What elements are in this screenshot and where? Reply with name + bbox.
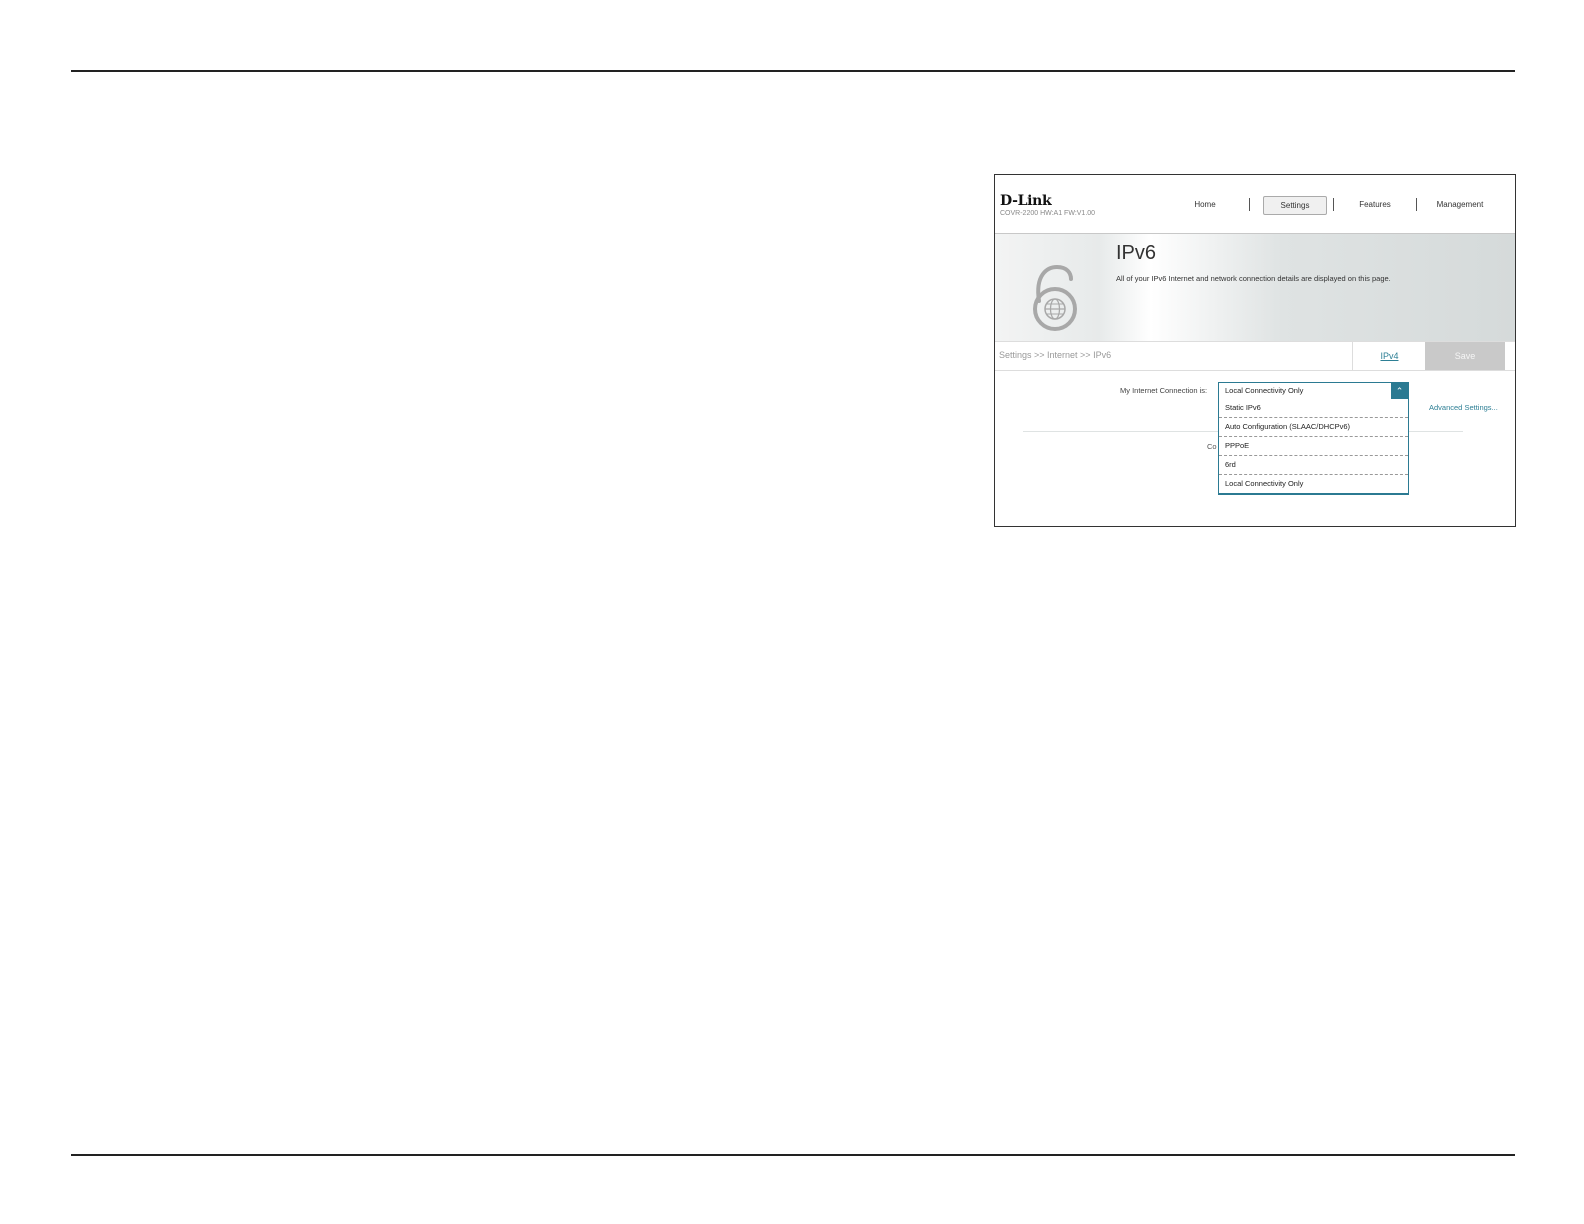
header: D-Link COVR-2200 HW:A1 FW:V1.00 Home Set… bbox=[995, 175, 1515, 233]
page-description: All of your IPv6 Internet and network co… bbox=[1116, 274, 1391, 283]
nav-separator bbox=[1249, 198, 1250, 211]
ipv4-link[interactable]: IPv4 bbox=[1352, 342, 1426, 370]
ipv6-lock-globe-icon bbox=[1033, 264, 1077, 331]
nav-home[interactable]: Home bbox=[1185, 196, 1225, 214]
dropdown-option[interactable]: Static IPv6 bbox=[1219, 399, 1408, 418]
page-bottom-rule bbox=[71, 1154, 1515, 1156]
nav-settings[interactable]: Settings bbox=[1263, 196, 1327, 215]
router-ui-screenshot: D-Link COVR-2200 HW:A1 FW:V1.00 Home Set… bbox=[994, 174, 1516, 527]
nav-management[interactable]: Management bbox=[1430, 196, 1490, 214]
dlink-logo: D-Link bbox=[1000, 193, 1052, 209]
connection-type-dropdown: Static IPv6 Auto Configuration (SLAAC/DH… bbox=[1218, 399, 1409, 495]
nav-features[interactable]: Features bbox=[1350, 196, 1400, 214]
breadcrumb: Settings >> Internet >> IPv6 bbox=[999, 350, 1112, 360]
page-title: IPv6 bbox=[1116, 242, 1157, 264]
chevron-up-icon[interactable]: ⌃ bbox=[1391, 383, 1408, 399]
advanced-settings-link[interactable]: Advanced Settings... bbox=[1429, 403, 1498, 412]
model-info: COVR-2200 HW:A1 FW:V1.00 bbox=[1000, 210, 1096, 217]
dropdown-option[interactable]: Local Connectivity Only bbox=[1219, 475, 1408, 494]
save-button[interactable]: Save bbox=[1425, 342, 1505, 370]
nav-separator bbox=[1416, 198, 1417, 211]
selected-connection-type: Local Connectivity Only bbox=[1225, 386, 1304, 395]
page-banner: IPv6 All of your IPv6 Internet and netwo… bbox=[995, 233, 1515, 342]
breadcrumb-bar: Settings >> Internet >> IPv6 IPv4 Save bbox=[995, 341, 1515, 371]
nav-separator bbox=[1333, 198, 1334, 211]
dropdown-option[interactable]: 6rd bbox=[1219, 456, 1408, 475]
dropdown-option[interactable]: PPPoE bbox=[1219, 437, 1408, 456]
partially-hidden-text: Co bbox=[1207, 442, 1217, 451]
page-top-rule bbox=[71, 70, 1515, 72]
dropdown-option[interactable]: Auto Configuration (SLAAC/DHCPv6) bbox=[1219, 418, 1408, 437]
connection-type-label: My Internet Connection is: bbox=[1120, 386, 1208, 395]
connection-type-select[interactable]: Local Connectivity Only ⌃ bbox=[1218, 382, 1409, 400]
